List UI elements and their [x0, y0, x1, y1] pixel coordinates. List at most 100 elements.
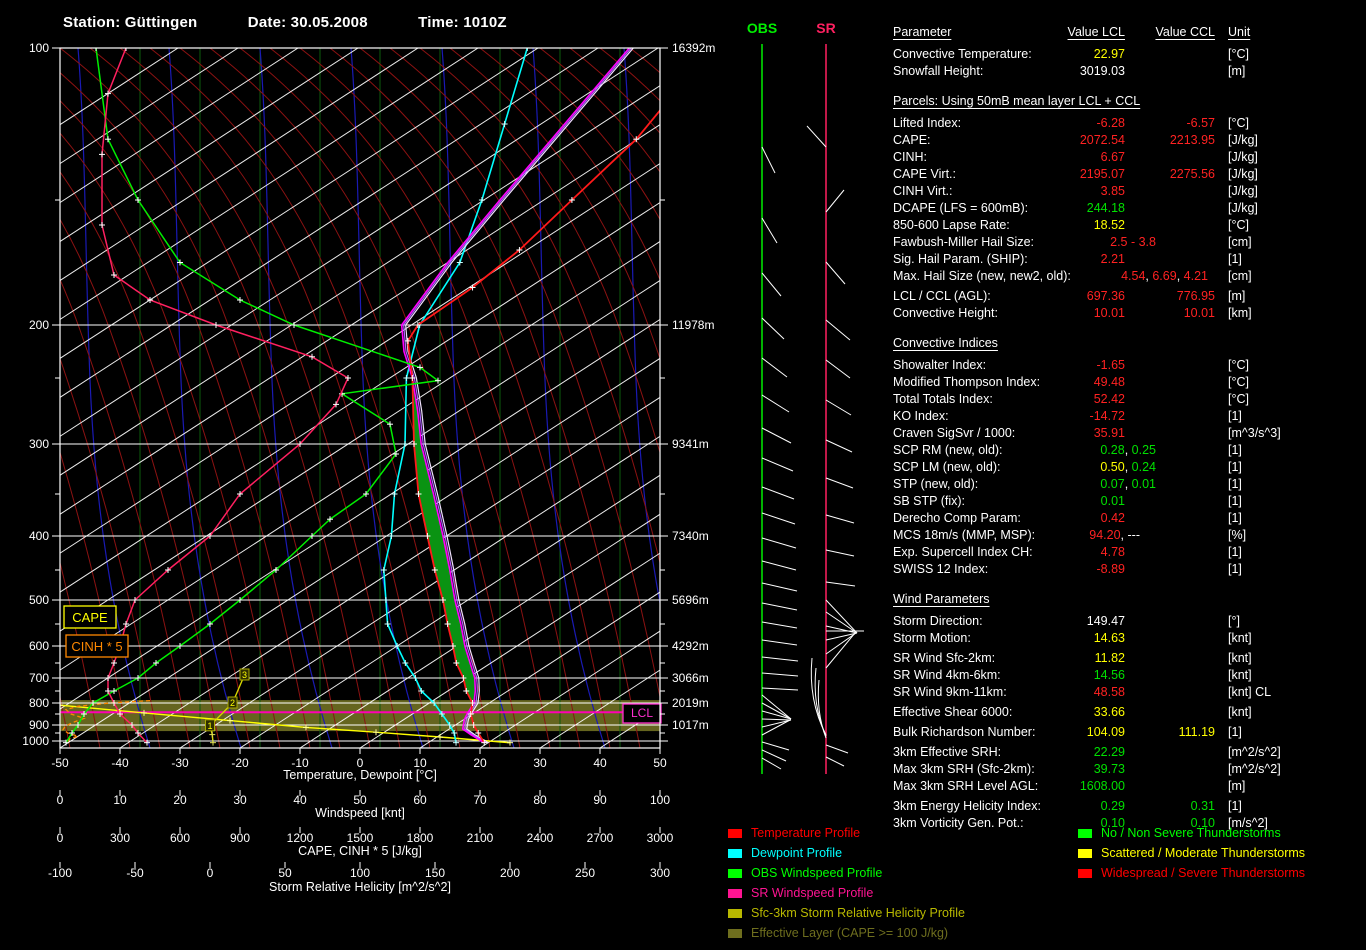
- svg-text:-100: -100: [48, 866, 72, 880]
- table-header-param: Parameter: [893, 25, 952, 39]
- svg-text:2100: 2100: [467, 831, 494, 845]
- param-label: KO Index:: [893, 409, 949, 423]
- cinh-label-box: CINH * 5: [65, 634, 129, 658]
- svg-text:50: 50: [353, 793, 367, 807]
- value-lcl: -6.28: [1096, 116, 1126, 130]
- table-row: Fawbush-Miller Hail Size: 2.5 - 3.8 [cm]: [893, 234, 1366, 251]
- unit-label: [m^2/s^2]: [1228, 745, 1281, 759]
- legend-profile-item: OBS Windspeed Profile: [728, 863, 965, 883]
- table-row: STP (new, old): 0.07, 0.01 [1]: [893, 476, 1366, 493]
- svg-text:600: 600: [29, 639, 49, 653]
- param-label: MCS 18m/s (MMP, MSP):: [893, 528, 1036, 542]
- table-header-unit: Unit: [1228, 25, 1251, 39]
- svg-text:100: 100: [29, 41, 49, 55]
- unit-label: [°C]: [1228, 47, 1249, 61]
- param-label: CINH Virt.:: [893, 184, 953, 198]
- svg-text:900: 900: [230, 831, 250, 845]
- svg-text:-30: -30: [171, 756, 189, 770]
- value-lcl: -14.72: [1089, 409, 1125, 423]
- legend-label: Scattered / Moderate Thunderstorms: [1101, 846, 1306, 860]
- param-label: Modified Thompson Index:: [893, 375, 1041, 389]
- obs-column-label: OBS: [747, 20, 777, 36]
- legend-swatch-icon: [728, 848, 742, 858]
- value-lcl: 33.66: [1093, 705, 1125, 719]
- unit-label: [cm]: [1228, 235, 1252, 249]
- value-lcl: 104.09: [1086, 725, 1125, 739]
- table-row: SWISS 12 Index: -8.89 [1]: [893, 561, 1366, 578]
- svg-text:400: 400: [29, 529, 49, 543]
- table-row: SR Wind Sfc-2km: 11.82 [knt]: [893, 650, 1366, 667]
- legend-label: Sfc-3km Storm Relative Helicity Profile: [751, 906, 965, 920]
- unit-label: [°C]: [1228, 375, 1249, 389]
- legend-profile-item: SR Windspeed Profile: [728, 883, 965, 903]
- sr-wind-barbs: [806, 125, 864, 767]
- unit-label: [J/kg]: [1228, 133, 1258, 147]
- table-section-header: Convective Indices: [893, 336, 998, 350]
- unit-label: [1]: [1228, 409, 1242, 423]
- table-row: Storm Direction: 149.47 [°]: [893, 613, 1366, 630]
- svg-text:16392m: 16392m: [672, 41, 715, 55]
- table-header-row: Parameter Value LCL Value CCL Unit: [893, 24, 1366, 46]
- svg-text:50: 50: [653, 756, 667, 770]
- table-row: CINH Virt.: 3.85 [J/kg]: [893, 183, 1366, 200]
- cape-label-box: CAPE: [63, 605, 117, 629]
- param-label: SR Wind Sfc-2km:: [893, 651, 996, 665]
- unit-label: [knt]: [1228, 668, 1252, 682]
- svg-text:300: 300: [29, 437, 49, 451]
- value-ccl: 111.19: [1178, 725, 1215, 739]
- param-label: Snowfall Height:: [893, 64, 984, 78]
- svg-text:3: 3: [242, 670, 247, 680]
- table-row: Derecho Comp Param: 0.42 [1]: [893, 510, 1366, 527]
- value-lcl: 149.47: [1086, 614, 1125, 628]
- param-label: CAPE:: [893, 133, 931, 147]
- unit-label: [knt]: [1228, 705, 1252, 719]
- value-lcl: 0.28, 0.25: [1100, 443, 1156, 457]
- unit-label: [J/kg]: [1228, 184, 1258, 198]
- unit-label: [°]: [1228, 614, 1240, 628]
- value-ccl: 2213.95: [1169, 133, 1215, 147]
- unit-label: [J/kg]: [1228, 201, 1258, 215]
- param-label: Convective Height:: [893, 306, 998, 320]
- svg-text:80: 80: [533, 793, 547, 807]
- svg-text:0: 0: [207, 866, 214, 880]
- param-label: LCL / CCL (AGL):: [893, 289, 991, 303]
- table-row: SR Wind 4km-6km: 14.56 [knt]: [893, 667, 1366, 684]
- param-label: 850-600 Lapse Rate:: [893, 218, 1010, 232]
- legend-swatch-icon: [728, 828, 742, 838]
- svg-text:11978m: 11978m: [672, 318, 714, 332]
- legend-swatch-icon: [728, 868, 742, 878]
- table-row: MCS 18m/s (MMP, MSP): 94.20, --- [%]: [893, 527, 1366, 544]
- value-ccl: -6.57: [1186, 116, 1216, 130]
- unit-label: [1]: [1228, 477, 1242, 491]
- param-label: Storm Motion:: [893, 631, 971, 645]
- value-lcl: 22.29: [1093, 745, 1125, 759]
- param-label: Fawbush-Miller Hail Size:: [893, 235, 1035, 249]
- legend-severity: No / Non Severe Thunderstorms Scattered /…: [1078, 823, 1305, 883]
- svg-text:30: 30: [533, 756, 547, 770]
- table-row: Max 3km SRH Level AGL: 1608.00 [m]: [893, 778, 1366, 795]
- svg-text:10: 10: [113, 793, 127, 807]
- plot-area: 1 2 3: [60, 48, 660, 748]
- param-label: SCP LM (new, old):: [893, 460, 1001, 474]
- svg-text:4292m: 4292m: [672, 639, 709, 653]
- param-label: CAPE Virt.:: [893, 167, 956, 181]
- legend-profiles: Temperature Profile Dewpoint Profile OBS W…: [728, 823, 965, 943]
- unit-label: [°C]: [1228, 218, 1249, 232]
- x-axis-temp: -50 -40 -30 -20 -10 0 10 20 30 40 50Temperature, D…: [51, 748, 667, 782]
- svg-text:0: 0: [57, 793, 64, 807]
- table-row: Craven SigSvr / 1000: 35.91 [m^3/s^3]: [893, 425, 1366, 442]
- svg-text:1017m: 1017m: [672, 718, 709, 732]
- table-section-header: Wind Parameters: [893, 592, 990, 606]
- svg-text:150: 150: [425, 866, 445, 880]
- unit-label: [m^3/s^3]: [1228, 426, 1281, 440]
- value-lcl: 48.58: [1093, 685, 1125, 699]
- param-label: Sig. Hail Param. (SHIP):: [893, 252, 1028, 266]
- unit-label: [knt] CL: [1228, 685, 1272, 699]
- legend-profile-item: Dewpoint Profile: [728, 843, 965, 863]
- svg-text:Temperature, Dewpoint [°C]: Temperature, Dewpoint [°C]: [283, 768, 437, 782]
- svg-text:900: 900: [29, 718, 49, 732]
- value-lcl: 22.97: [1093, 47, 1125, 61]
- unit-label: [J/kg]: [1228, 150, 1258, 164]
- svg-text:-50: -50: [126, 866, 144, 880]
- legend-swatch-icon: [728, 888, 742, 898]
